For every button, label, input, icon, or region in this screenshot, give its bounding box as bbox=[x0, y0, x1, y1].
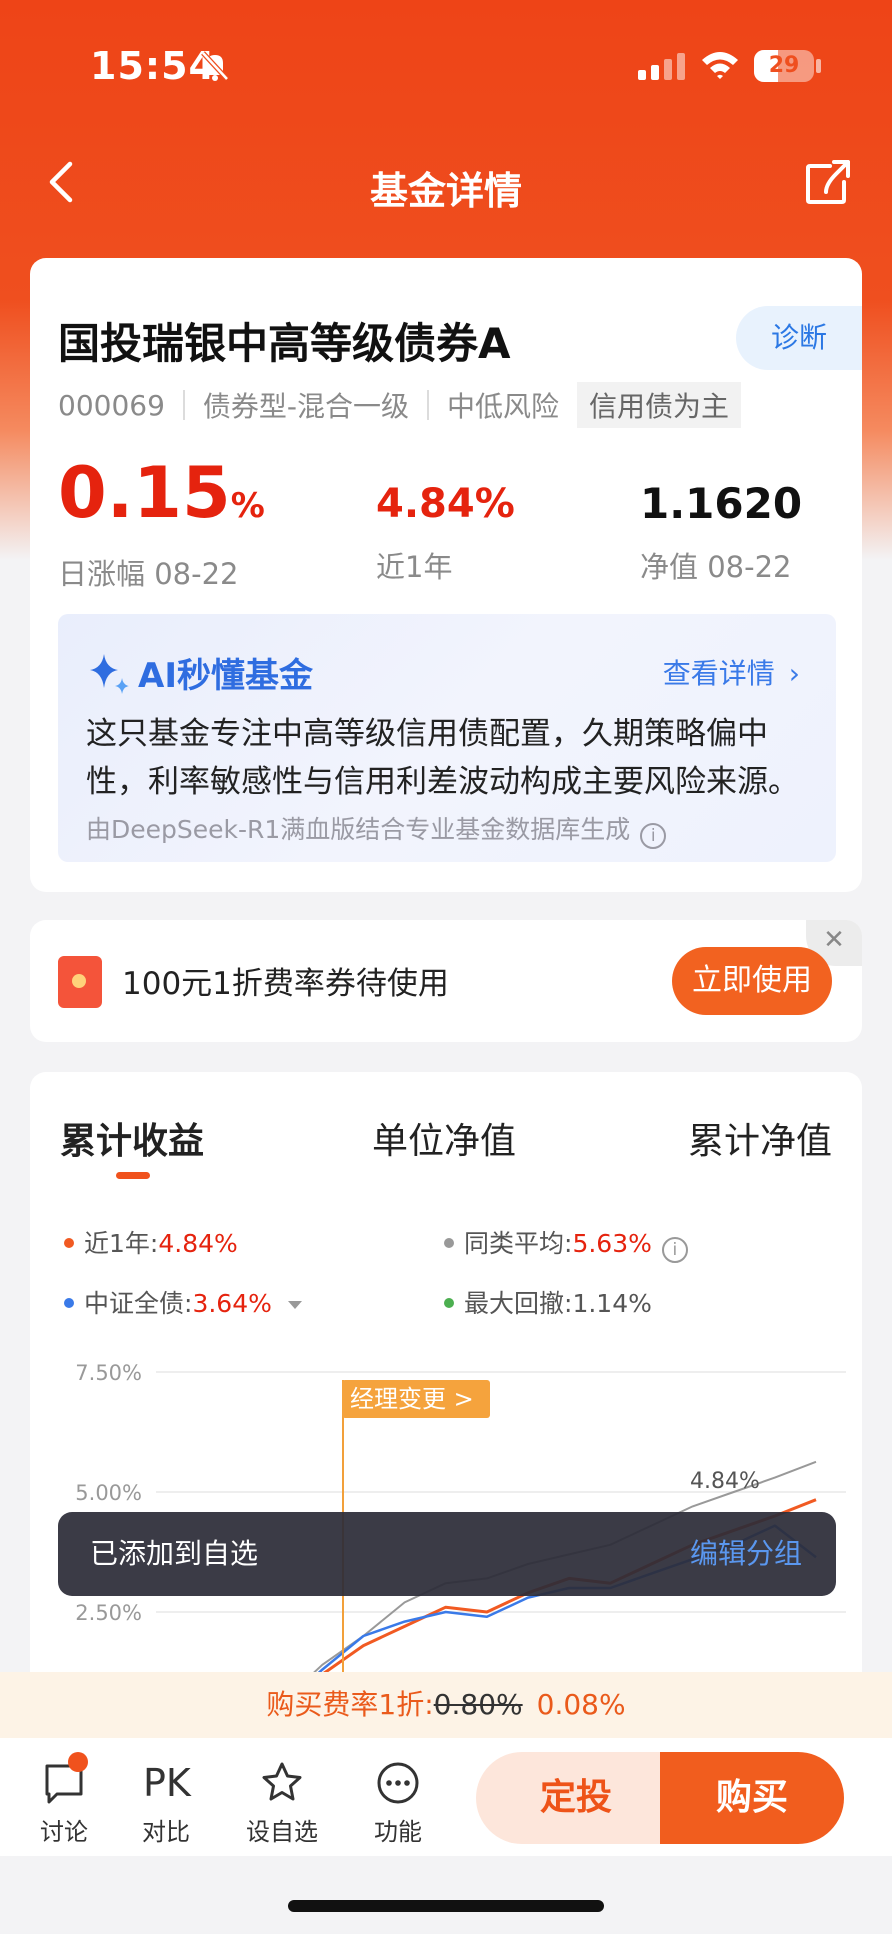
chart-end-value: 4.84% bbox=[690, 1469, 760, 1494]
diagnose-button[interactable]: 诊断 bbox=[736, 306, 862, 370]
toast-message: 已添加到自选 bbox=[90, 1537, 259, 1570]
ai-footnote: 由DeepSeek-R1满血版结合专业基金数据库生成 i bbox=[86, 810, 667, 849]
share-icon[interactable] bbox=[806, 160, 850, 204]
y-tick-label: 7.50% bbox=[75, 1361, 142, 1385]
legend-fund-value: 4.84% bbox=[158, 1229, 238, 1258]
chevron-right-icon: › bbox=[788, 657, 800, 690]
discuss-button[interactable]: 讨论 bbox=[24, 1752, 104, 1847]
auto-invest-button[interactable]: 定投 bbox=[476, 1752, 676, 1844]
battery-level: 29 bbox=[768, 53, 800, 78]
fund-name: 国投瑞银中高等级债券A bbox=[58, 319, 511, 368]
home-indicator-area bbox=[0, 1856, 892, 1934]
legend-max-drawdown: 最大回撤:1.14% bbox=[444, 1284, 652, 1320]
notification-dot bbox=[68, 1752, 88, 1772]
coupon-card: ✕ 100元1折费率券待使用 立即使用 bbox=[30, 920, 862, 1042]
functions-button[interactable]: 功能 bbox=[358, 1760, 438, 1847]
red-envelope-icon bbox=[58, 956, 102, 1008]
toast-notification: 已添加到自选 编辑分组 bbox=[58, 1512, 836, 1596]
status-bar: 15:54 29 bbox=[0, 0, 892, 130]
year-return-value: 4.84% bbox=[376, 481, 515, 527]
use-coupon-button[interactable]: 立即使用 bbox=[672, 947, 832, 1015]
mute-bell-icon bbox=[201, 51, 229, 81]
fund-focus-tag: 信用债为主 bbox=[577, 382, 742, 428]
daily-change-unit: % bbox=[230, 486, 265, 526]
manager-change-label: 经理变更 > bbox=[350, 1385, 474, 1413]
y-tick-label: 5.00% bbox=[75, 1481, 142, 1505]
nav-metric: 1.1620 净值 08-22 bbox=[640, 476, 802, 586]
discuss-label: 讨论 bbox=[40, 1818, 88, 1846]
info-icon[interactable]: i bbox=[661, 1237, 688, 1263]
legend-dot bbox=[64, 1298, 74, 1308]
legend-fund-label: 近1年: bbox=[84, 1229, 159, 1258]
fund-type: 债券型-混合一级 bbox=[202, 390, 409, 423]
daily-change-value: 0.15 bbox=[58, 452, 231, 534]
nav-label: 净值 08-22 bbox=[640, 550, 792, 584]
tag-divider bbox=[427, 390, 429, 420]
edit-group-link[interactable]: 编辑分组 bbox=[690, 1512, 802, 1596]
legend-category-average: 同类平均:5.63% i bbox=[444, 1224, 688, 1263]
fund-risk: 中低风险 bbox=[447, 390, 560, 423]
daily-change-metric: 0.15% 日涨幅 08-22 bbox=[58, 454, 265, 593]
watchlist-label: 设自选 bbox=[246, 1818, 318, 1846]
performance-chart-card: 累计收益 单位净值 累计净值 近1年:4.84% 同类平均:5.63% i 中证全… bbox=[30, 1072, 862, 1772]
legend-index-label: 中证全债: bbox=[84, 1289, 193, 1318]
nav-value: 1.1620 bbox=[640, 479, 803, 528]
legend-index[interactable]: 中证全债:3.64% bbox=[64, 1284, 302, 1320]
coupon-text: 100元1折费率券待使用 bbox=[122, 966, 449, 1002]
home-indicator[interactable] bbox=[288, 1900, 604, 1912]
ai-detail-link[interactable]: 查看详情 › bbox=[663, 652, 800, 692]
fund-tags: 000069 债券型-混合一级 中低风险 信用债为主 bbox=[58, 382, 742, 428]
fee-discount-bar: 购买费率1折:0.80% 0.08% bbox=[0, 1672, 892, 1738]
compare-label: 对比 bbox=[142, 1818, 190, 1846]
ai-detail-label: 查看详情 bbox=[662, 657, 775, 690]
add-watchlist-button[interactable]: 设自选 bbox=[242, 1760, 322, 1847]
cellular-signal-icon bbox=[638, 53, 685, 80]
tag-divider bbox=[182, 390, 185, 420]
legend-dot bbox=[444, 1238, 454, 1248]
y-tick-label: 2.50% bbox=[75, 1601, 142, 1625]
page-title: 基金详情 bbox=[369, 169, 522, 213]
battery-tip bbox=[816, 59, 821, 73]
legend-category-label: 同类平均: bbox=[464, 1229, 573, 1258]
wifi-icon bbox=[702, 52, 738, 79]
fee-new-rate: 0.08% bbox=[536, 1688, 626, 1721]
year-return-label: 近1年 bbox=[376, 550, 453, 584]
legend-category-value: 5.63% bbox=[572, 1229, 652, 1258]
battery-icon: 29 bbox=[754, 50, 814, 82]
legend-index-value: 3.64% bbox=[192, 1289, 272, 1318]
fund-summary-card: 国投瑞银中高等级债券A 诊断 000069 债券型-混合一级 中低风险 信用债为… bbox=[30, 258, 862, 892]
tab-cumulative-nav[interactable]: 累计净值 bbox=[688, 1112, 832, 1164]
legend-dot bbox=[444, 1298, 454, 1308]
year-return-metric: 4.84% 近1年 bbox=[376, 476, 515, 586]
tab-cumulative-return[interactable]: 累计收益 bbox=[60, 1112, 204, 1164]
legend-drawdown-value: 1.14% bbox=[572, 1289, 652, 1318]
bottom-action-bar: 讨论 PK 对比 设自选 功能 定投 购买 bbox=[0, 1738, 892, 1856]
buy-button[interactable]: 购买 bbox=[660, 1752, 844, 1844]
active-tab-indicator bbox=[116, 1172, 150, 1179]
pk-icon: PK bbox=[143, 1761, 191, 1805]
legend-dot bbox=[64, 1238, 74, 1248]
legend-drawdown-label: 最大回撤: bbox=[464, 1289, 573, 1318]
sparkle-icon bbox=[90, 654, 129, 694]
more-options-icon bbox=[377, 1762, 419, 1804]
daily-change-label: 日涨幅 08-22 bbox=[58, 557, 239, 591]
ai-summary-title: AI秒懂基金 bbox=[138, 656, 313, 696]
functions-label: 功能 bbox=[374, 1818, 422, 1846]
legend-fund: 近1年:4.84% bbox=[64, 1224, 238, 1260]
info-icon[interactable]: i bbox=[640, 823, 667, 849]
ai-summary-text: 这只基金专注中高等级信用债配置，久期策略偏中性，利率敏感性与信用利差波动构成主要… bbox=[86, 716, 799, 800]
compare-button[interactable]: PK 对比 bbox=[126, 1760, 206, 1847]
ai-summary-panel[interactable]: AI秒懂基金 查看详情 › 这只基金专注中高等级信用债配置，久期策略偏中性，利率敏… bbox=[58, 614, 836, 862]
fund-code: 000069 bbox=[58, 388, 165, 422]
fee-prefix: 购买费率1折: bbox=[266, 1688, 434, 1721]
fee-old-rate: 0.80% bbox=[433, 1688, 523, 1721]
chevron-down-icon[interactable] bbox=[287, 1301, 302, 1309]
tab-unit-nav[interactable]: 单位净值 bbox=[372, 1112, 516, 1164]
ai-footnote-text: 由DeepSeek-R1满血版结合专业基金数据库生成 bbox=[86, 815, 631, 844]
star-icon bbox=[262, 1762, 302, 1801]
